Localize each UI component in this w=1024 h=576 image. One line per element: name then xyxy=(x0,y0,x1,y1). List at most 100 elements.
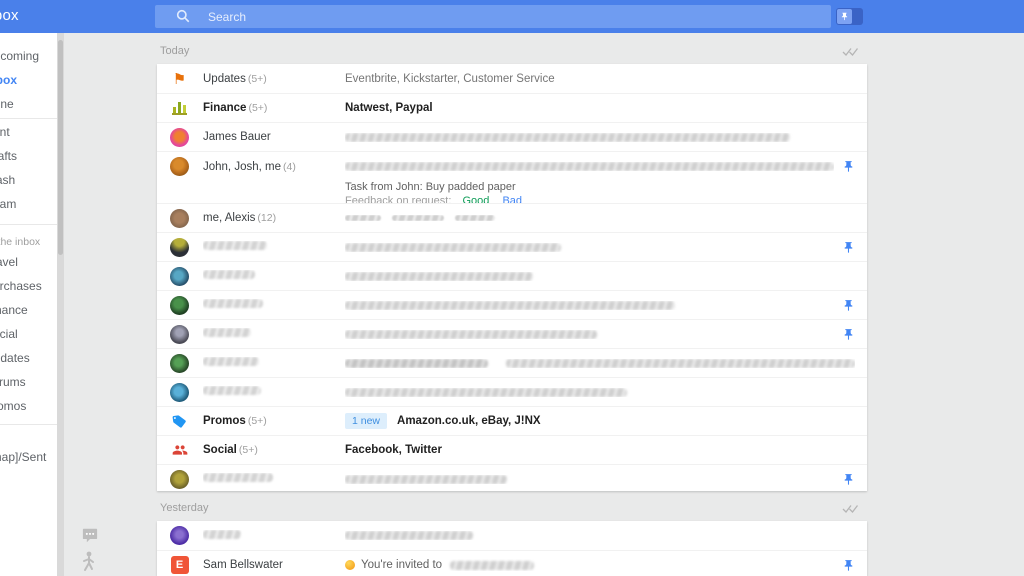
bundle-senders: Amazon.co.uk, eBay, J!NX xyxy=(397,415,541,427)
redacted-sender xyxy=(203,357,259,366)
section-header-today: Today xyxy=(160,45,867,57)
avatar xyxy=(170,128,189,147)
sidebar-item-spam[interactable]: Spam xyxy=(0,197,16,211)
sidebar-item-trash[interactable]: Trash xyxy=(0,173,15,187)
pin-icon[interactable] xyxy=(842,160,855,173)
task-line: Task from John: Buy padded paper xyxy=(345,181,855,193)
thread-count: (12) xyxy=(257,212,276,224)
email-row-with-task[interactable]: John, Josh, me(4) Task from John: Buy pa… xyxy=(157,151,867,203)
pushpin-icon xyxy=(837,9,852,24)
avatar xyxy=(170,325,189,344)
top-app-bar: Inbox Search xyxy=(0,0,1024,33)
email-row[interactable] xyxy=(157,521,867,550)
sidebar-divider xyxy=(0,424,57,425)
pin-icon[interactable] xyxy=(842,299,855,312)
sidebar-item-upcoming[interactable]: Upcoming xyxy=(0,49,39,63)
sidebar-item-forums[interactable]: Forums xyxy=(0,375,26,389)
avatar xyxy=(170,267,189,286)
pin-icon[interactable] xyxy=(842,559,855,572)
redacted-subject xyxy=(345,272,533,281)
email-row-promos-bundle[interactable]: Promos(5+) 1 new Amazon.co.uk, eBay, J!N… xyxy=(157,406,867,435)
person-figure-icon[interactable] xyxy=(80,551,97,576)
sidebar-item-promos[interactable]: Promos xyxy=(0,399,26,413)
flag-icon: ⚑ xyxy=(170,69,189,88)
double-check-icon xyxy=(842,46,859,58)
sender-name: James Bauer xyxy=(203,131,271,143)
pin-icon[interactable] xyxy=(842,328,855,341)
sender-name: me, Alexis xyxy=(203,212,255,224)
pin-icon[interactable] xyxy=(842,473,855,486)
redacted-sender xyxy=(203,299,263,308)
sidebar-item-social[interactable]: Social xyxy=(0,327,18,341)
redacted-subject xyxy=(345,388,627,397)
redacted-sender xyxy=(203,328,251,337)
email-row[interactable] xyxy=(157,464,867,491)
sidebar-item-imap-sent[interactable]: [Imap]/Sent xyxy=(0,450,46,464)
email-row[interactable] xyxy=(157,290,867,319)
sidebar-item-drafts[interactable]: Drafts xyxy=(0,149,17,163)
redacted-subject xyxy=(345,475,507,484)
email-row[interactable] xyxy=(157,319,867,348)
scrollbar-thumb[interactable] xyxy=(58,40,63,255)
bundle-senders: Natwest, Paypal xyxy=(345,102,433,114)
double-check-icon xyxy=(842,503,859,515)
redacted-subject xyxy=(345,215,381,221)
redacted-subject xyxy=(345,301,675,310)
redacted-subject xyxy=(506,359,855,368)
email-row[interactable] xyxy=(157,377,867,406)
emoji-icon xyxy=(345,560,355,570)
pinned-toggle[interactable] xyxy=(836,8,863,25)
email-row[interactable]: James Bauer xyxy=(157,122,867,151)
sidebar-item-inbox[interactable]: Inbox xyxy=(0,73,17,87)
bundle-count: (5+) xyxy=(248,102,267,114)
email-row-invitation[interactable]: E Sam Bellswater You're invited to xyxy=(157,550,867,576)
bundle-count: (5+) xyxy=(239,444,258,456)
new-count-badge: 1 new xyxy=(345,413,387,429)
email-row[interactable]: me, Alexis(12) xyxy=(157,203,867,232)
yesterday-email-card: E Sam Bellswater You're invited to xyxy=(157,521,867,576)
search-icon xyxy=(176,9,191,24)
avatar xyxy=(170,470,189,489)
sidebar-item-finance[interactable]: Finance xyxy=(0,303,28,317)
search-placeholder: Search xyxy=(208,10,246,24)
sidebar-item-done[interactable]: Done xyxy=(0,97,14,111)
email-row[interactable] xyxy=(157,348,867,377)
sender-name: John, Josh, me xyxy=(203,161,281,173)
email-row-updates-bundle[interactable]: ⚑ Updates(5+) Eventbrite, Kickstarter, C… xyxy=(157,64,867,93)
pin-icon[interactable] xyxy=(842,241,855,254)
email-row[interactable] xyxy=(157,261,867,290)
sidebar-divider xyxy=(0,224,57,225)
redacted-subject xyxy=(345,162,834,171)
feedback-bubble-icon[interactable] xyxy=(82,528,98,548)
redacted-sender xyxy=(203,473,273,482)
redacted-subject xyxy=(345,359,488,368)
sidebar-scrollbar[interactable] xyxy=(57,33,64,576)
sidebar-item-sent[interactable]: Sent xyxy=(0,125,10,139)
email-row-finance-bundle[interactable]: Finance(5+) Natwest, Paypal xyxy=(157,93,867,122)
redacted-subject xyxy=(345,330,597,339)
email-row-social-bundle[interactable]: Social(5+) Facebook, Twitter xyxy=(157,435,867,464)
redacted-sender xyxy=(203,241,267,250)
eventbrite-avatar: E xyxy=(171,556,189,574)
redacted-subject xyxy=(345,133,790,142)
avatar xyxy=(170,209,189,228)
sidebar-item-updates[interactable]: Updates xyxy=(0,351,30,365)
sweep-done-button[interactable] xyxy=(842,45,859,63)
sidebar-nav: Upcoming Inbox Done Sent Drafts Trash Sp… xyxy=(0,33,57,576)
search-input[interactable]: Search xyxy=(155,5,831,28)
redacted-subject xyxy=(392,215,444,221)
avatar xyxy=(170,526,189,545)
email-row[interactable] xyxy=(157,232,867,261)
avatar xyxy=(170,383,189,402)
bundle-name: Updates xyxy=(203,73,246,85)
sweep-done-button[interactable] xyxy=(842,502,859,520)
bundle-count: (5+) xyxy=(248,415,267,427)
tag-icon xyxy=(170,412,189,431)
sidebar-item-purchases[interactable]: Purchases xyxy=(0,279,42,293)
redacted-sender xyxy=(203,386,261,395)
sidebar-divider xyxy=(0,118,57,119)
today-email-card: ⚑ Updates(5+) Eventbrite, Kickstarter, C… xyxy=(157,64,867,491)
sidebar-item-travel[interactable]: Travel xyxy=(0,255,18,269)
avatar xyxy=(170,157,189,176)
avatar xyxy=(170,238,189,257)
